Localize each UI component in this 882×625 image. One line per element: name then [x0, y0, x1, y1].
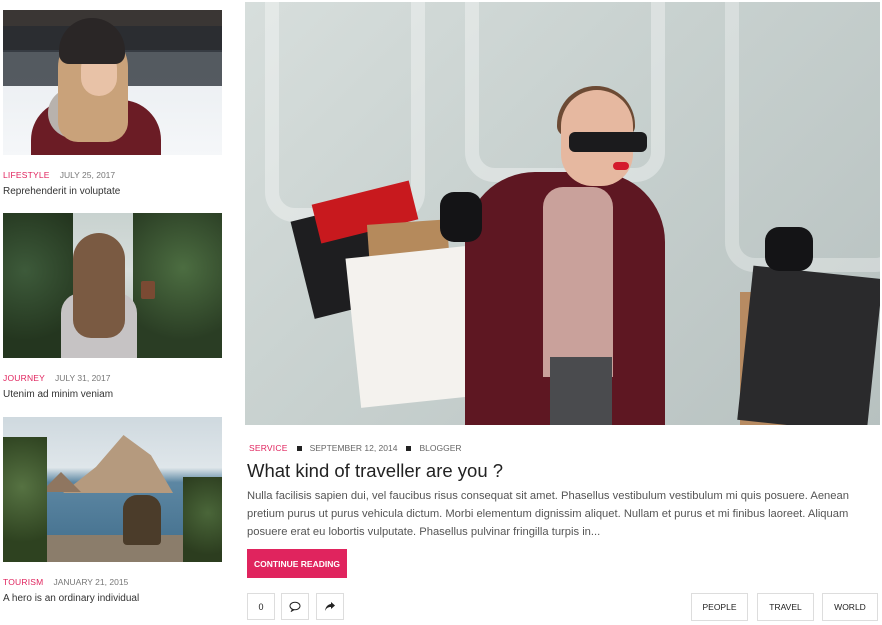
meta-separator — [296, 445, 302, 451]
tag-world[interactable]: WORLD — [822, 593, 878, 621]
tag-travel[interactable]: TRAVEL — [757, 593, 814, 621]
post-title-link[interactable]: Reprehenderit in voluptate — [3, 186, 222, 197]
post-meta: TOURISM JANUARY 21, 2015 — [3, 576, 222, 588]
sidebar-post: TOURISM JANUARY 21, 2015 A hero is an or… — [3, 417, 222, 604]
post-author[interactable]: BLOGGER — [419, 443, 461, 453]
post-meta: SERVICE SEPTEMBER 12, 2014 BLOGGER — [249, 442, 462, 454]
post-meta: LIFESTYLE JULY 25, 2017 — [3, 169, 222, 181]
continue-reading-button[interactable]: CONTINUE READING — [247, 549, 347, 578]
post-date: JULY 25, 2017 — [59, 170, 116, 180]
post-category[interactable]: JOURNEY — [3, 373, 45, 383]
post-category[interactable]: SERVICE — [249, 443, 288, 453]
share-arrow-icon — [325, 602, 335, 611]
post-thumbnail[interactable] — [3, 417, 222, 562]
post-thumbnail[interactable] — [3, 213, 222, 358]
post-title-link[interactable]: Utenim ad minim veniam — [3, 389, 222, 400]
post-date: JULY 31, 2017 — [55, 373, 111, 383]
sidebar-post: JOURNEY JULY 31, 2017 Utenim ad minim ve… — [3, 213, 222, 400]
post-category[interactable]: TOURISM — [3, 577, 43, 587]
post-title[interactable]: What kind of traveller are you ? — [247, 460, 503, 482]
comment-button[interactable] — [281, 593, 309, 620]
like-count-button[interactable]: 0 — [247, 593, 275, 620]
speech-bubble-icon — [289, 601, 301, 612]
post-meta: JOURNEY JULY 31, 2017 — [3, 372, 222, 384]
share-button[interactable] — [316, 593, 344, 620]
tag-people[interactable]: PEOPLE — [691, 593, 748, 621]
featured-image[interactable] — [245, 2, 880, 425]
post-category[interactable]: LIFESTYLE — [3, 170, 50, 180]
post-title-link[interactable]: A hero is an ordinary individual — [3, 593, 222, 604]
post-date: SEPTEMBER 12, 2014 — [309, 443, 398, 453]
meta-separator — [406, 445, 412, 451]
post-date: JANUARY 21, 2015 — [53, 577, 129, 587]
sidebar-post: LIFESTYLE JULY 25, 2017 Reprehenderit in… — [3, 10, 222, 197]
post-thumbnail[interactable] — [3, 10, 222, 155]
like-count: 0 — [258, 601, 264, 612]
post-excerpt: Nulla facilisis sapien dui, vel faucibus… — [247, 490, 849, 538]
